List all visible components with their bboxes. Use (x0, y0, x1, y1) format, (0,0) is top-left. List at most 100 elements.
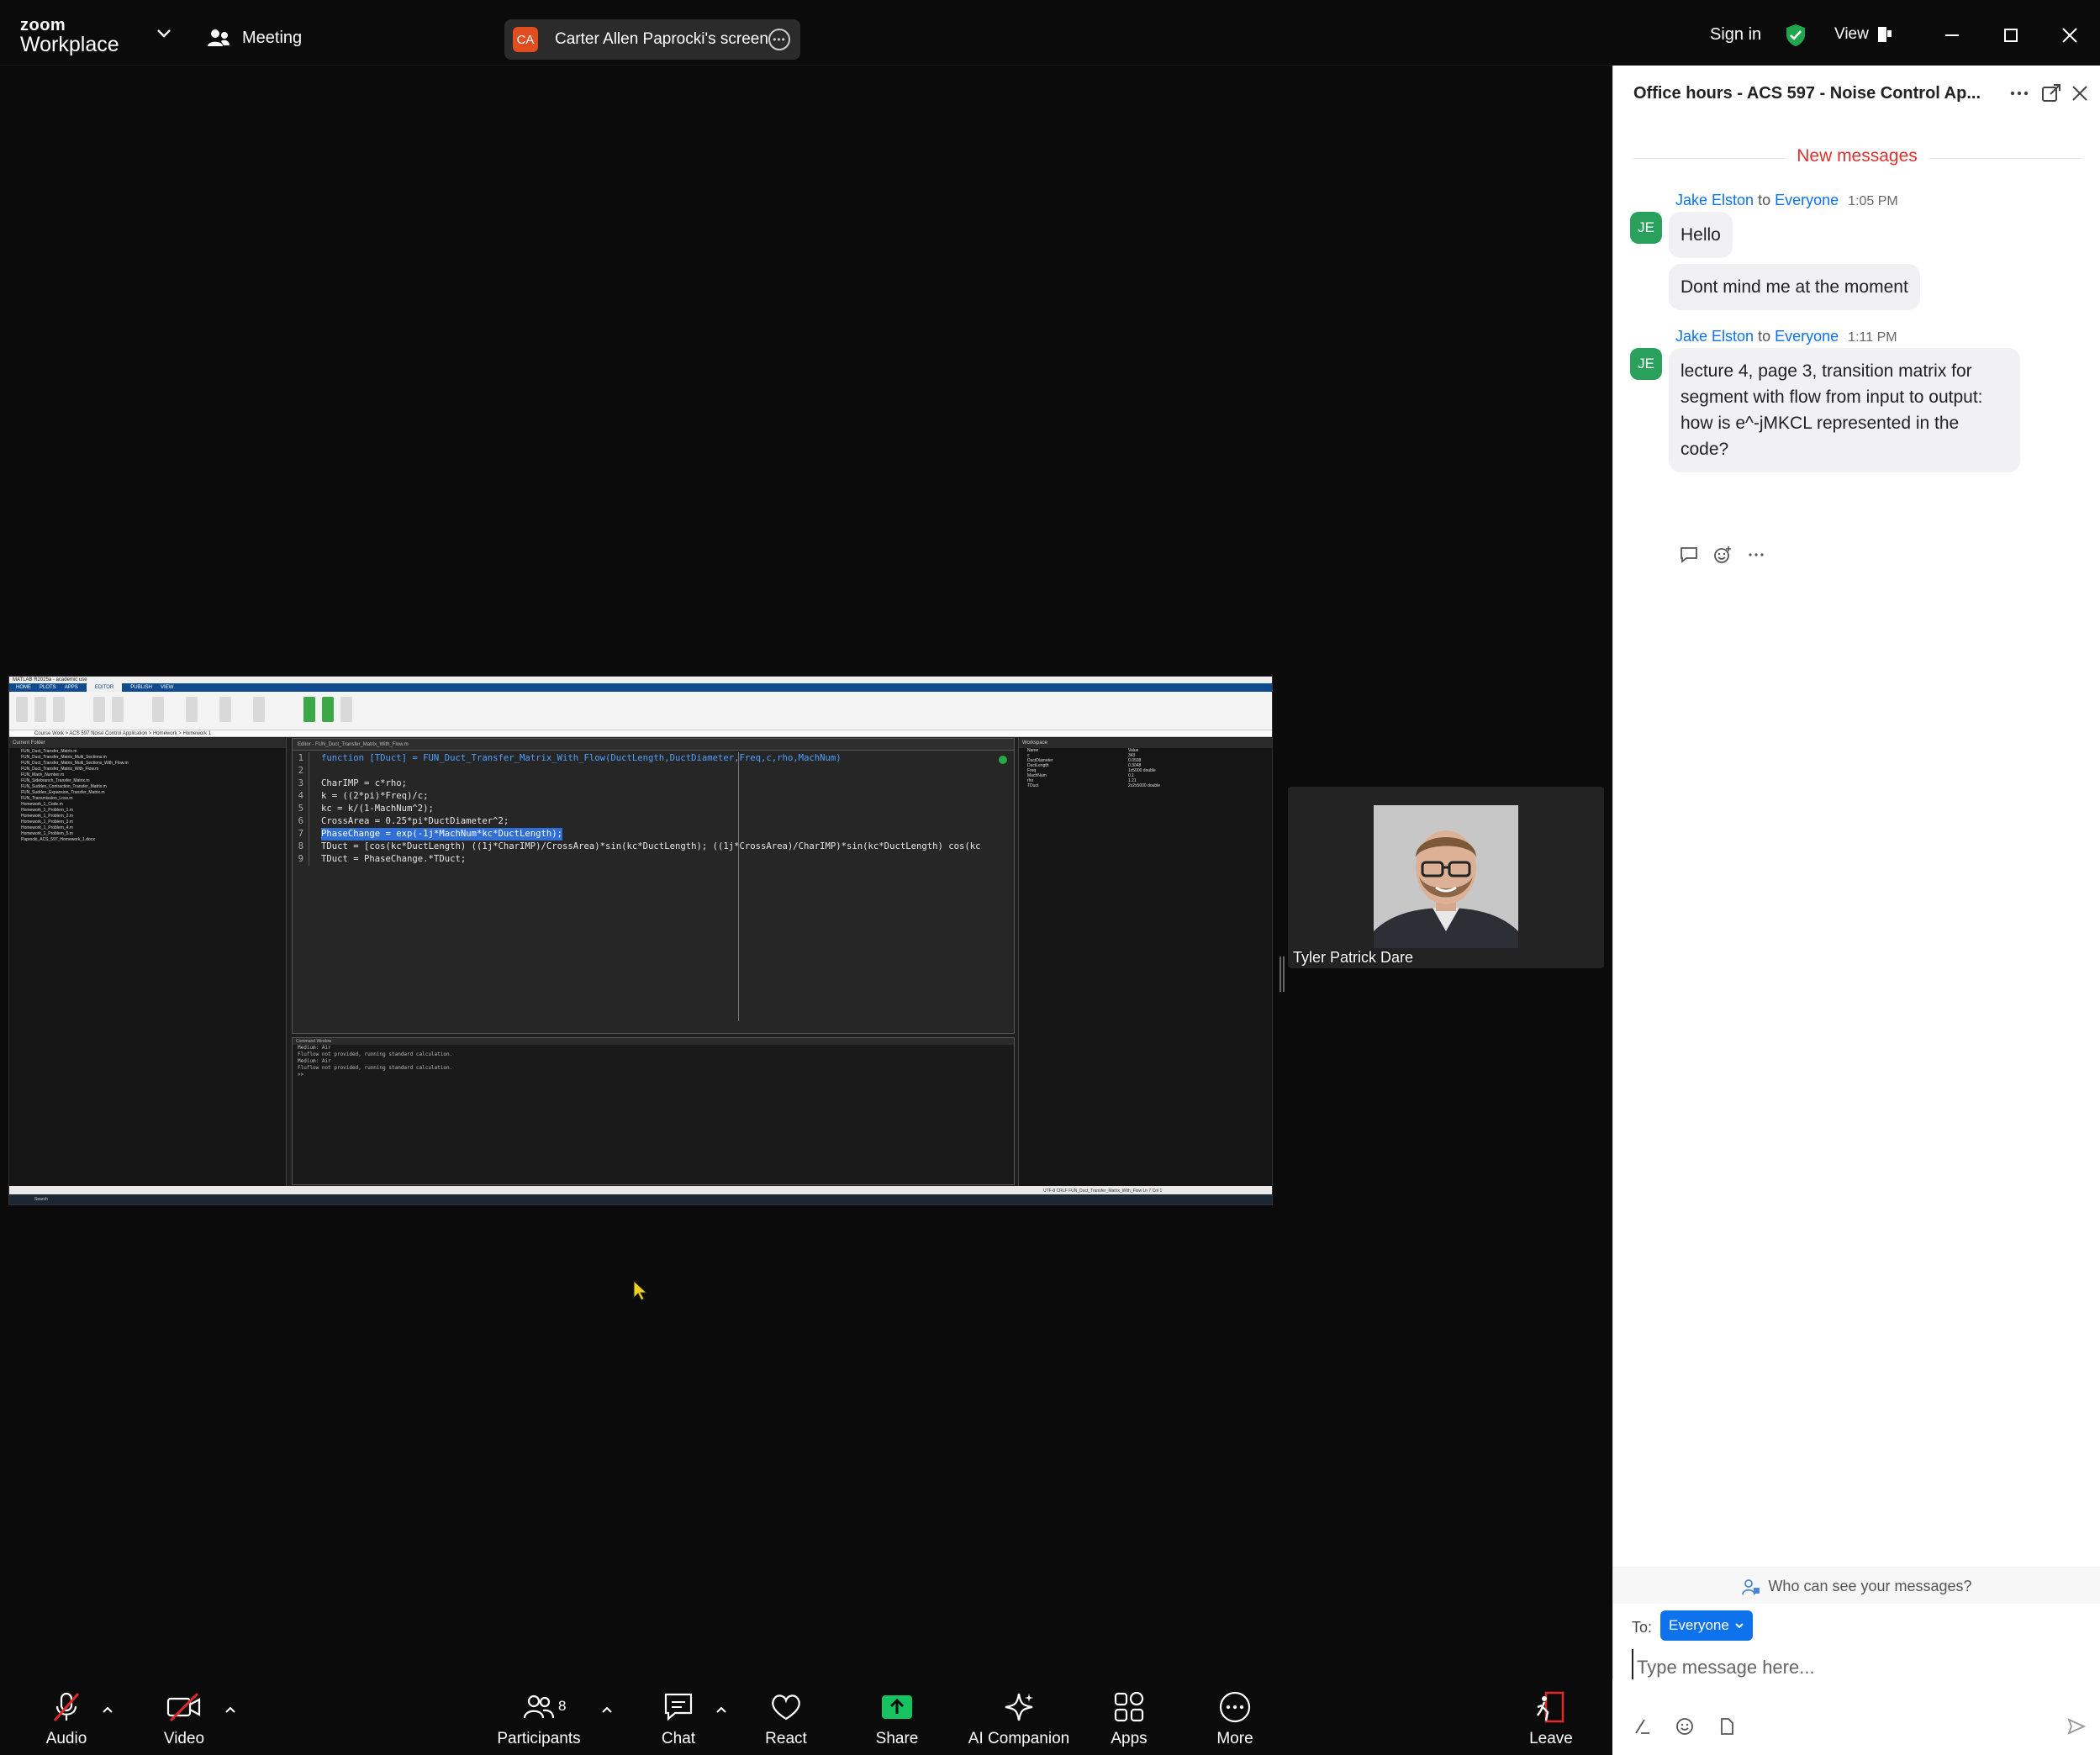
more-actions-icon[interactable] (1746, 545, 1766, 565)
camera-off-icon (166, 1692, 201, 1722)
minimize-icon[interactable] (1940, 24, 1964, 47)
chat-button[interactable]: Chat (632, 1688, 725, 1752)
file-item: FUN_Duct_Transfer_Matrix_Multi_Sections_… (21, 761, 129, 766)
file-item: FUN_Transmission_Loss.m (21, 796, 73, 801)
participants-count: 8 (558, 1698, 567, 1714)
close-window-icon[interactable] (2058, 24, 2082, 47)
more-label: More (1216, 1730, 1253, 1747)
close-chat-icon[interactable] (2069, 82, 2091, 104)
file-item: Homework_1_Problem_2.m (21, 814, 73, 819)
send-icon[interactable] (2066, 1716, 2087, 1737)
matlab-ribbon-tabs: HOME PLOTS APPS EDITOR PUBLISH VIEW (9, 683, 1272, 692)
chat-more-icon[interactable] (2008, 82, 2030, 104)
chevron-down-icon[interactable] (155, 25, 173, 42)
participants-caret-icon[interactable] (600, 1705, 614, 1715)
chat-caret-icon[interactable] (715, 1705, 728, 1715)
recipient-name[interactable]: Everyone (1775, 192, 1839, 208)
more-options-icon[interactable]: ••• (768, 29, 790, 50)
maximize-icon[interactable] (1999, 24, 2023, 47)
file-item: FUN_Sidebranch_Transfer_Matrix.m (21, 778, 90, 783)
screen-share-indicator[interactable]: CA Carter Allen Paprocki's screen ••• (504, 19, 800, 60)
current-folder-panel: Current Folder FUN_Duct_Transfer_Matrix.… (9, 738, 287, 1186)
splitter-handle[interactable] (1280, 957, 1285, 992)
top-bar: zoom Workplace Meeting CA Carter Allen P… (0, 0, 2100, 66)
command-output: Medium: Air (298, 1045, 331, 1051)
line-number: 9 (293, 853, 309, 866)
audio-button[interactable]: Audio (20, 1688, 113, 1752)
ai-companion-button[interactable]: AI Companion (968, 1688, 1069, 1752)
video-button[interactable]: Video (138, 1688, 230, 1752)
line-number: 7 (293, 828, 309, 841)
recipient-dropdown[interactable]: Everyone (1660, 1610, 1753, 1641)
view-layout-icon (1877, 27, 1892, 42)
participant-name: Tyler Patrick Dare (1293, 949, 1414, 966)
file-icon[interactable] (1717, 1716, 1737, 1737)
video-caret-icon[interactable] (224, 1705, 237, 1715)
ribbon-button (53, 697, 65, 722)
message-bubble[interactable]: Dont mind me at the moment (1669, 264, 1920, 310)
sign-in-link[interactable]: Sign in (1710, 25, 1761, 45)
command-window: Command Window Medium: Air Fluflow not p… (292, 1037, 1015, 1185)
format-text-icon[interactable] (1633, 1716, 1653, 1737)
message-header: Jake Elston to Everyone 1:11 PM (1675, 328, 1897, 345)
leave-button[interactable]: Leave (1505, 1688, 1597, 1752)
share-button[interactable]: Share (851, 1688, 943, 1752)
apps-label: Apps (1111, 1730, 1148, 1747)
panel-header: Command Window (293, 1038, 1014, 1045)
sharer-name: Carter Allen Paprocki's screen (555, 30, 768, 48)
reply-icon[interactable] (1679, 545, 1699, 565)
code-line-highlighted: 7 PhaseChange = exp(-1j*MachNum*kc*DuctLe… (293, 828, 1014, 841)
code-text: TDuct = [cos(kc*DuctLength) ((1j*CharIMP… (321, 841, 981, 851)
command-output: Medium: Air (298, 1058, 331, 1064)
message-bubble[interactable]: Hello (1669, 212, 1733, 258)
shield-check-icon[interactable] (1786, 24, 1806, 47)
person-lock-icon (1742, 1579, 1760, 1595)
recipient-name[interactable]: Everyone (1775, 328, 1839, 345)
participants-button[interactable]: Participants (493, 1688, 585, 1752)
pop-out-icon[interactable] (2040, 82, 2062, 104)
sparkle-icon (1005, 1693, 1033, 1721)
avatar[interactable]: JE (1630, 212, 1662, 244)
who-can-see-banner[interactable]: Who can see your messages? (1613, 1567, 2100, 1604)
ribbon-button (253, 697, 265, 722)
sender-name[interactable]: Jake Elston (1675, 328, 1754, 345)
line-number: 4 (293, 790, 309, 803)
sender-name[interactable]: Jake Elston (1675, 192, 1754, 208)
apps-button[interactable]: Apps (1083, 1688, 1175, 1752)
code-line: 5 kc = k/(1-MachNum^2); (293, 803, 1014, 815)
participant-video-tile[interactable]: Tyler Patrick Dare (1288, 787, 1604, 968)
message-bubble[interactable]: lecture 4, page 3, transition matrix for… (1669, 348, 2020, 472)
ribbon-button (322, 697, 334, 722)
avatar[interactable]: JE (1630, 348, 1662, 380)
file-item: FUN_Duct_Transfer_Matrix_With_Flow.m (21, 767, 99, 772)
message-header: Jake Elston to Everyone 1:05 PM (1675, 192, 1898, 209)
more-button[interactable]: More (1189, 1688, 1281, 1752)
ai-companion-label: AI Companion (968, 1730, 1070, 1747)
line-number: 5 (293, 803, 309, 815)
ribbon-button (112, 697, 124, 722)
matlab-address-bar: Course Work > ACS 597 Noise Control Appl… (9, 730, 1272, 737)
chat-formatting-bar (1612, 1679, 2100, 1755)
audio-label: Audio (45, 1730, 87, 1747)
message-actions (1679, 545, 1766, 565)
emoji-icon[interactable] (1675, 1716, 1695, 1737)
meeting-button[interactable]: Meeting (207, 24, 302, 52)
var-name: TDuct (1027, 783, 1039, 788)
chat-icon (664, 1693, 693, 1721)
windows-taskbar: Search (9, 1194, 1272, 1204)
meeting-stage: MATLAB R2025a - academic use HOME PLOTS … (0, 66, 1611, 1679)
audio-caret-icon[interactable] (101, 1705, 114, 1715)
add-reaction-icon[interactable] (1712, 545, 1733, 565)
chat-messages: New messages Jake Elston to Everyone 1:0… (1613, 124, 2100, 1553)
share-label: Share (875, 1730, 919, 1747)
view-label: View (1834, 25, 1869, 43)
react-button[interactable]: React (740, 1688, 832, 1752)
ribbon-button (152, 697, 164, 722)
view-button[interactable]: View (1834, 25, 1892, 44)
line-number: 3 (293, 777, 309, 790)
to-word: to (1758, 328, 1771, 345)
file-item: Homework_1_Problem_4.m (21, 825, 73, 830)
share-screen-icon (882, 1695, 912, 1719)
participants-icon (523, 1694, 555, 1719)
shared-screen: MATLAB R2025a - academic use HOME PLOTS … (8, 676, 1273, 1205)
